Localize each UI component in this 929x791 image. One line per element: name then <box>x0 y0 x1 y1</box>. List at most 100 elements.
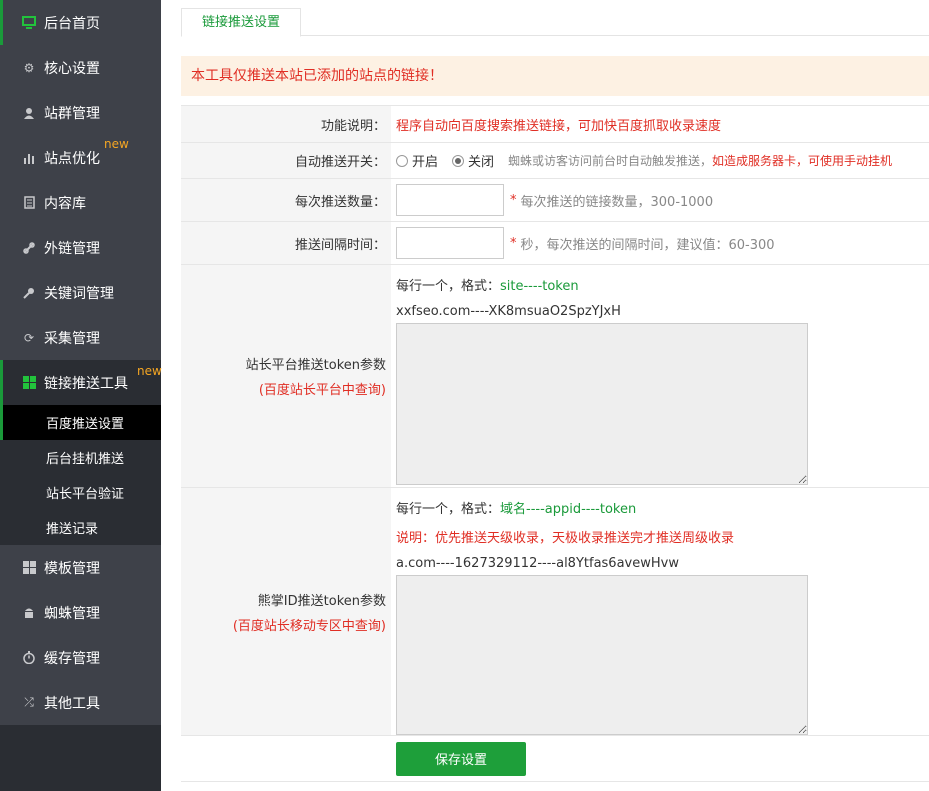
site-token-sublabel: (百度站长平台中查询) <box>258 383 386 398</box>
nav-site-group[interactable]: 站群管理 <box>0 90 161 135</box>
field-value: 每行一个，格式：site----token xxfseo.com----XK8m… <box>391 265 929 487</box>
nav-label: 蜘蛛管理 <box>44 605 100 622</box>
nav-label: 关键词管理 <box>44 285 114 302</box>
example-line: a.com----1627329112----al8Ytfas6avewHvw <box>396 556 679 571</box>
android-icon <box>22 606 36 620</box>
new-badge: new <box>104 137 129 151</box>
count-hint: 每次推送的链接数量，300-1000 <box>520 194 714 210</box>
xzh-token-sublabel: (百度站长移动专区中查询) <box>232 618 386 634</box>
format-prefix: 每行一个，格式： <box>396 279 501 294</box>
field-label: 每次推送数量： <box>181 179 391 221</box>
field-label: 站长平台推送token参数 (百度站长平台中查询) <box>181 265 391 487</box>
field-value: 程序自动向百度搜索推送链接，可加快百度抓取收录速度 <box>391 106 929 142</box>
nav-label: 站点优化 <box>44 150 100 167</box>
save-button[interactable]: 保存设置 <box>396 741 526 776</box>
subnav-label: 百度推送设置 <box>46 417 125 432</box>
field-value: 保存设置 <box>391 736 929 781</box>
format-value: 域名----appid----token <box>500 502 637 517</box>
nav-content-lib[interactable]: 内容库 <box>0 180 161 225</box>
field-label: 推送间隔时间： <box>181 222 391 264</box>
subnav-baidu-push[interactable]: 百度推送设置 <box>0 405 161 440</box>
format-prefix: 每行一个，格式： <box>396 502 501 517</box>
shuffle-icon: ⤮ <box>24 695 34 709</box>
radio-circle <box>396 154 408 167</box>
refresh-icon: ⟳ <box>23 330 35 345</box>
tab-link-push-settings[interactable]: 链接推送设置 <box>181 8 301 37</box>
required-mark: * <box>510 235 517 251</box>
format-line: 每行一个，格式：域名----appid----token <box>396 498 636 517</box>
nav-label: 链接推送工具 <box>44 375 128 392</box>
row-push-count: 每次推送数量： * 每次推送的链接数量，300-1000 <box>181 178 929 221</box>
nav-other-tools[interactable]: ⤮ 其他工具 <box>0 680 161 725</box>
row-push-interval: 推送间隔时间： * 秒，每次推送的间隔时间，建议值：60-300 <box>181 221 929 264</box>
push-count-input[interactable] <box>396 184 504 216</box>
note-line: 说明：优先推送天级收录，天极收录推送完才推送周级收录 <box>396 531 735 546</box>
nav-external-links[interactable]: 外链管理 <box>0 225 161 270</box>
main-content: 链接推送设置 本工具仅推送本站已添加的站点的链接！ 功能说明： 程序自动向百度搜… <box>161 0 929 791</box>
nav-label: 采集管理 <box>44 330 100 347</box>
row-site-token: 站长平台推送token参数 (百度站长平台中查询) 每行一个，格式：site--… <box>181 264 929 487</box>
nav-site-optimize[interactable]: 站点优化 new <box>0 135 161 180</box>
field-label: 熊掌ID推送token参数 (百度站长移动专区中查询) <box>181 488 391 735</box>
row-description: 功能说明： 程序自动向百度搜索推送链接，可加快百度抓取收录速度 <box>181 105 929 142</box>
xzh-token-textarea[interactable] <box>396 575 808 735</box>
nav-templates[interactable]: 模板管理 <box>0 545 161 590</box>
nav-label: 核心设置 <box>44 60 100 77</box>
radio-on[interactable]: 开启 <box>396 151 438 170</box>
required-mark: * <box>510 192 517 208</box>
monitor-icon <box>22 16 36 30</box>
stopwatch-icon <box>22 651 36 665</box>
site-token-label: 站长平台推送token参数 <box>245 358 386 373</box>
gear-icon: ⚙ <box>23 60 35 75</box>
nav-cache[interactable]: 缓存管理 <box>0 635 161 680</box>
push-interval-input[interactable] <box>396 227 504 259</box>
subnav-auto-push[interactable]: 后台挂机推送 <box>0 440 161 475</box>
field-value: * 每次推送的链接数量，300-1000 <box>391 179 929 221</box>
link-icon <box>22 241 36 255</box>
user-icon <box>22 106 36 120</box>
bar-chart-icon <box>22 151 36 165</box>
key-icon <box>22 286 36 300</box>
format-line: 每行一个，格式：site----token <box>396 275 579 294</box>
subnav-label: 后台挂机推送 <box>46 452 125 467</box>
row-xzh-token: 熊掌ID推送token参数 (百度站长移动专区中查询) 每行一个，格式：域名--… <box>181 487 929 735</box>
action-spacer <box>181 736 391 781</box>
row-actions: 保存设置 <box>181 735 929 782</box>
xzh-token-label: 熊掌ID推送token参数 <box>257 593 386 609</box>
nav-label: 外链管理 <box>44 240 100 257</box>
subnav-label: 推送记录 <box>46 522 99 537</box>
site-token-textarea[interactable] <box>396 323 808 485</box>
field-value: * 秒，每次推送的间隔时间，建议值：60-300 <box>391 222 929 264</box>
radio-label: 关闭 <box>468 155 495 170</box>
nav-label: 后台首页 <box>44 15 100 32</box>
notice-banner: 本工具仅推送本站已添加的站点的链接！ <box>181 56 929 96</box>
nav-spiders[interactable]: 蜘蛛管理 <box>0 590 161 635</box>
sidebar: 后台首页 ⚙ 核心设置 站群管理 站点优化 new 内容库 外链管理 关键词管理 <box>0 0 162 791</box>
auto-hint-warning: 如造成服务器卡，可使用手动挂机 <box>712 154 893 168</box>
nav-collect[interactable]: ⟳ 采集管理 <box>0 315 161 360</box>
nav-label: 模板管理 <box>44 560 100 577</box>
nav-core-settings[interactable]: ⚙ 核心设置 <box>0 45 161 90</box>
nav-dashboard[interactable]: 后台首页 <box>0 0 161 45</box>
field-label: 功能说明： <box>181 106 391 142</box>
subnav-push-log[interactable]: 推送记录 <box>0 510 161 545</box>
tab-bar: 链接推送设置 <box>181 8 929 37</box>
auto-hint: 蜘蛛或访客访问前台时自动触发推送， <box>508 154 713 168</box>
radio-label: 开启 <box>412 155 439 170</box>
interval-hint: 秒，每次推送的间隔时间，建议值：60-300 <box>520 237 775 253</box>
subnav-verify[interactable]: 站长平台验证 <box>0 475 161 510</box>
row-auto-push: 自动推送开关： 开启 关闭 蜘蛛或访客访问前台时自动触发推送， 如造成服务器卡，… <box>181 142 929 178</box>
nav-keywords[interactable]: 关键词管理 <box>0 270 161 315</box>
nav-label: 其他工具 <box>44 695 100 712</box>
nav-label: 缓存管理 <box>44 650 100 667</box>
field-value: 每行一个，格式：域名----appid----token 说明：优先推送天级收录… <box>391 488 929 735</box>
radio-off[interactable]: 关闭 <box>452 151 494 170</box>
nav-label: 内容库 <box>44 195 86 212</box>
description-text: 程序自动向百度搜索推送链接，可加快百度抓取收录速度 <box>396 118 722 134</box>
field-value: 开启 关闭 蜘蛛或访客访问前台时自动触发推送， 如造成服务器卡，可使用手动挂机 <box>391 143 929 178</box>
radio-circle-checked <box>452 154 465 167</box>
subnav-label: 站长平台验证 <box>46 487 125 502</box>
field-label: 自动推送开关： <box>181 143 391 178</box>
nav-link-push[interactable]: 链接推送工具 new <box>0 360 162 405</box>
document-icon <box>22 196 36 210</box>
